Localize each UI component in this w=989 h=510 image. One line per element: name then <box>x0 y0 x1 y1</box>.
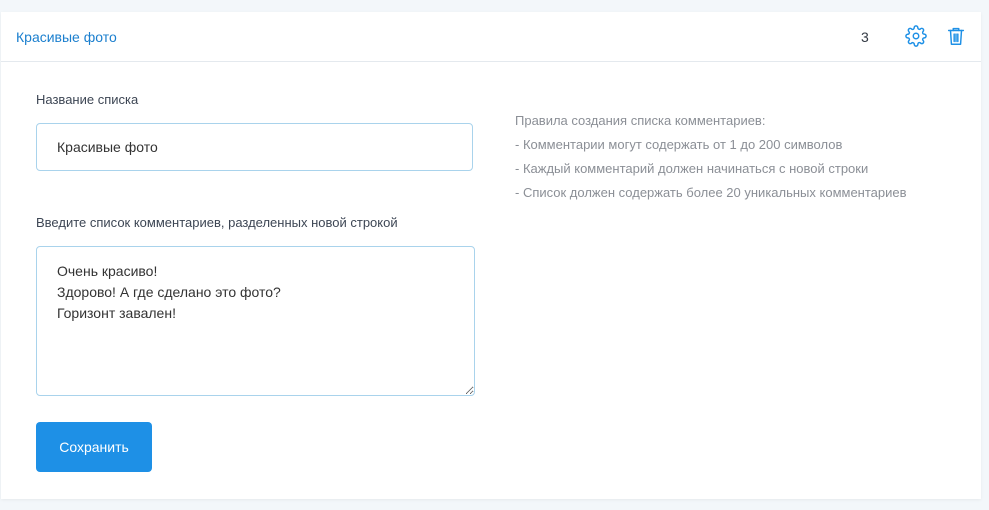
rules-panel: Правила создания списка комментариев: - … <box>515 109 907 205</box>
trash-icon[interactable] <box>945 25 967 47</box>
list-name-input[interactable] <box>36 123 473 171</box>
list-title[interactable]: Красивые фото <box>16 29 117 45</box>
save-button[interactable]: Сохранить <box>36 422 152 472</box>
list-name-label: Название списка <box>36 92 139 107</box>
rule-item: - Список должен содержать более 20 уника… <box>515 185 907 200</box>
gear-icon[interactable] <box>905 25 927 47</box>
rule-item: - Комментарии могут содержать от 1 до 20… <box>515 137 843 152</box>
comments-textarea[interactable]: Очень красиво! Здорово! А где сделано эт… <box>36 246 475 396</box>
comment-list-card: Красивые фото 3 Название списка Введите … <box>1 12 981 499</box>
comments-count: 3 <box>861 29 869 45</box>
rules-title: Правила создания списка комментариев: <box>515 113 766 128</box>
card-header: Красивые фото 3 <box>1 12 981 62</box>
rule-item: - Каждый комментарий должен начинаться с… <box>515 161 869 176</box>
comments-label: Введите список комментариев, разделенных… <box>36 215 398 230</box>
